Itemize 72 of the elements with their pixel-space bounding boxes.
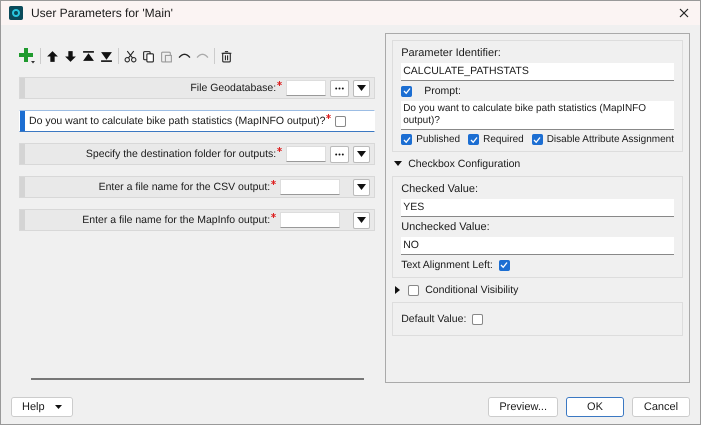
drag-handle[interactable] (20, 177, 25, 197)
arrow-down-icon[interactable] (64, 50, 77, 62)
field-label: Parameter Identifier: (401, 47, 502, 59)
field-label: Unchecked Value: (401, 221, 491, 233)
parameter-row[interactable]: Specify the destination folder for outputs: (19, 143, 376, 165)
drag-handle[interactable] (20, 210, 25, 230)
caret-icon (357, 151, 366, 157)
move-bottom-icon[interactable] (100, 50, 113, 62)
drag-handle[interactable] (20, 111, 25, 131)
parameter-row[interactable]: Enter a file name for the CSV output: (19, 176, 376, 198)
browse-button[interactable] (330, 80, 350, 96)
checkbox[interactable] (498, 260, 510, 270)
checkbox-label: Published (416, 134, 460, 145)
input-field[interactable]: NO (401, 237, 674, 255)
expand-arrow-icon[interactable] (394, 286, 402, 294)
field-label: Checked Value: (401, 183, 480, 195)
input-field[interactable]: CALCULATE_PATHSTATS (401, 63, 674, 81)
checkbox[interactable] (408, 284, 420, 296)
checkbox-label: Required (483, 134, 524, 145)
input-field[interactable]: YES (401, 199, 674, 217)
checkbox[interactable] (472, 314, 484, 324)
input-field[interactable] (286, 146, 326, 162)
arrow-up-icon[interactable] (46, 50, 59, 62)
checkbox[interactable] (468, 134, 480, 145)
caret-icon (357, 184, 366, 190)
app-icon (9, 6, 23, 20)
checkbox-label: Default Value: (401, 313, 466, 325)
dialog-button[interactable]: OK (566, 397, 624, 417)
parameter-row[interactable]: Do you want to calculate bike path statistics (MapINFO output)? (19, 110, 376, 132)
dialog-button[interactable]: Help (11, 397, 73, 417)
input-field[interactable] (280, 179, 340, 195)
section-title: Conditional Visibility (425, 284, 518, 296)
drag-handle[interactable] (20, 144, 25, 164)
caret-icon (357, 85, 366, 91)
parameter-row[interactable]: File Geodatabase: (19, 77, 376, 99)
parameter-label: File Geodatabase: (190, 82, 276, 94)
checkbox-label: Prompt: (424, 85, 461, 97)
parameter-label: Enter a file name for the MapInfo output: (82, 214, 270, 226)
checkbox-label: Text Alignment Left: (401, 259, 493, 271)
dialog-button[interactable]: Cancel (632, 397, 690, 417)
copy-icon[interactable] (142, 50, 155, 62)
parameter-label: Enter a file name for the CSV output: (98, 181, 270, 193)
move-top-icon[interactable] (82, 50, 95, 62)
input-field[interactable] (280, 212, 340, 228)
parameter-row[interactable]: Enter a file name for the MapInfo output: (19, 209, 376, 231)
delete-icon[interactable] (220, 50, 233, 62)
drag-handle[interactable] (20, 78, 25, 98)
parameter-label: Specify the destination folder for outputs: (86, 148, 276, 160)
browse-button[interactable] (330, 146, 350, 162)
ellipsis-icon (335, 152, 344, 156)
dropdown-button[interactable] (353, 146, 370, 162)
dropdown-button[interactable] (353, 80, 370, 96)
parameter-label: Do you want to calculate bike path statistics (MapINFO output)? (29, 115, 326, 127)
window-title: User Parameters for 'Main' (31, 6, 174, 20)
cut-icon[interactable] (124, 50, 137, 62)
checkbox[interactable] (532, 134, 543, 145)
collapse-arrow-icon[interactable] (394, 160, 402, 168)
dropdown-button[interactable] (353, 178, 370, 196)
checkbox-label: Disable Attribute Assignment (546, 134, 674, 145)
input-field[interactable]: Do you want to calculate bike path statistics (MapINFO output)? (401, 101, 674, 130)
ellipsis-icon (335, 86, 344, 90)
input-field[interactable] (286, 80, 326, 96)
caret-icon (54, 405, 62, 409)
dialog-button[interactable]: Preview... (488, 397, 558, 417)
dropdown-button[interactable] (353, 212, 370, 228)
checkbox[interactable] (401, 134, 412, 145)
checkbox[interactable] (401, 86, 412, 96)
scrollbar[interactable] (31, 378, 364, 380)
checkbox[interactable] (335, 116, 346, 126)
add-icon[interactable] (19, 48, 35, 64)
caret-icon (357, 217, 366, 223)
section-title: Checkbox Configuration (408, 158, 520, 170)
